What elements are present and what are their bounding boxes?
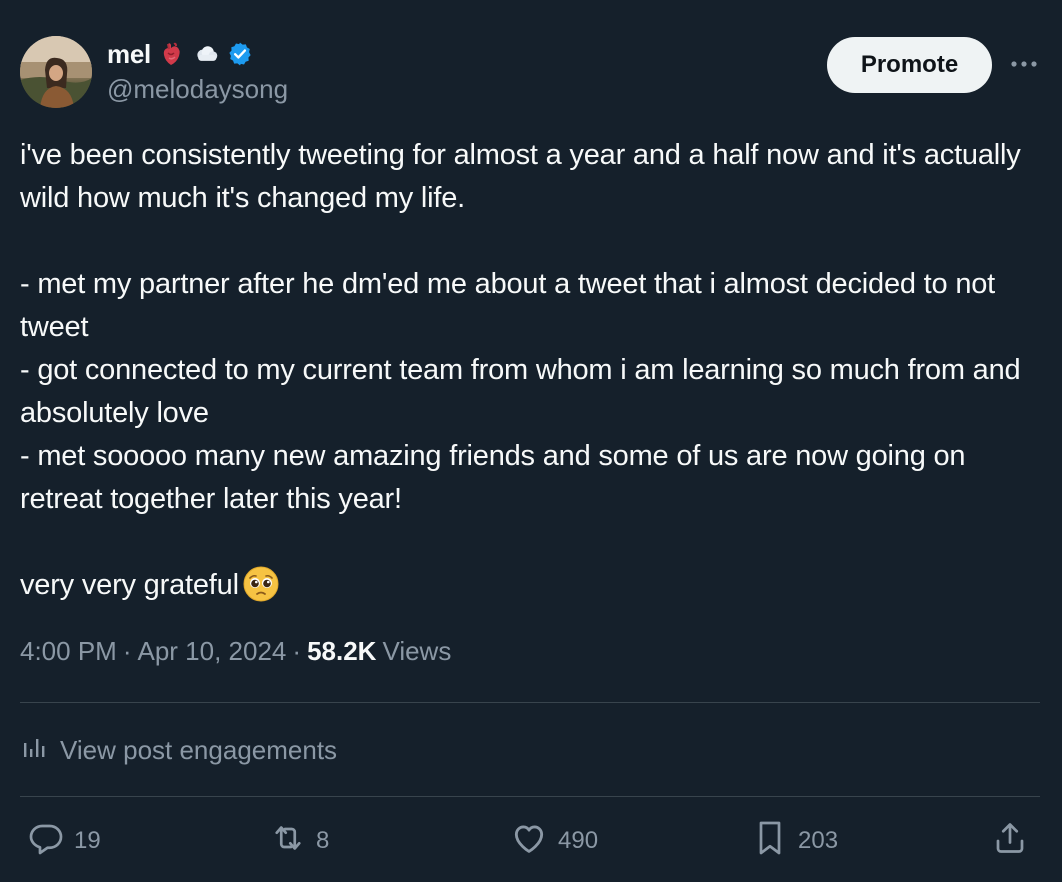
- share-icon: [992, 820, 1028, 863]
- view-post-engagements-label: View post engagements: [60, 734, 338, 765]
- tweet-text: i've been consistently tweeting for almo…: [20, 134, 1030, 607]
- reply-button[interactable]: 19: [28, 816, 101, 866]
- reply-count: 19: [74, 827, 101, 854]
- tweet-closing-line: very very grateful: [20, 564, 1030, 607]
- display-name[interactable]: mel: [107, 39, 151, 70]
- action-bar: 19 8 490 203: [0, 816, 1062, 866]
- bookmark-count: 203: [798, 827, 839, 854]
- avatar[interactable]: [20, 36, 92, 108]
- tweet-meta: 4:00 PM · Apr 10, 2024 · 58.2K Views: [20, 636, 451, 667]
- meta-separator: ·: [292, 636, 302, 666]
- pleading-face-icon: [243, 566, 279, 602]
- repost-button[interactable]: 8: [270, 816, 329, 866]
- repost-count: 8: [316, 827, 330, 854]
- repost-icon: [270, 820, 306, 863]
- like-button[interactable]: 490: [510, 816, 598, 866]
- bookmark-icon: [752, 818, 788, 865]
- tweet-list-item: - met sooooo many new amazing friends an…: [20, 440, 966, 515]
- heart-icon: [510, 819, 548, 864]
- views-count: 58.2K: [307, 636, 377, 666]
- tweet-list-item: - met my partner after he dm'ed me about…: [20, 268, 996, 343]
- anatomical-heart-icon: [159, 41, 185, 67]
- share-button[interactable]: [992, 816, 1028, 866]
- promote-button[interactable]: Promote: [827, 37, 992, 93]
- like-count: 490: [558, 827, 599, 854]
- meta-separator: ·: [122, 636, 132, 666]
- divider: [20, 702, 1040, 703]
- bookmark-button[interactable]: 203: [752, 816, 838, 866]
- cloud-icon: [193, 41, 219, 67]
- views-label: Views: [382, 636, 452, 666]
- tweet-list-item: - got connected to my current team from …: [20, 354, 1021, 429]
- divider: [20, 796, 1040, 797]
- tweet-time[interactable]: 4:00 PM: [20, 636, 117, 667]
- view-post-engagements-button[interactable]: View post engagements: [20, 730, 337, 770]
- tweet-date[interactable]: Apr 10, 2024: [138, 636, 287, 667]
- analytics-icon: [20, 733, 48, 768]
- tweet-closing-text: very very grateful: [20, 569, 239, 601]
- verified-badge-icon[interactable]: [227, 41, 253, 67]
- reply-icon: [28, 820, 64, 863]
- tweet-paragraph: i've been consistently tweeting for almo…: [20, 139, 1021, 214]
- author-name-row[interactable]: mel: [107, 38, 253, 70]
- author-handle[interactable]: @melodaysong: [107, 74, 288, 105]
- more-horizontal-icon: [1009, 56, 1039, 74]
- tweet-detail: mel @melodaysong Promote i've been consi…: [0, 0, 1062, 882]
- more-options-button[interactable]: [1004, 50, 1044, 80]
